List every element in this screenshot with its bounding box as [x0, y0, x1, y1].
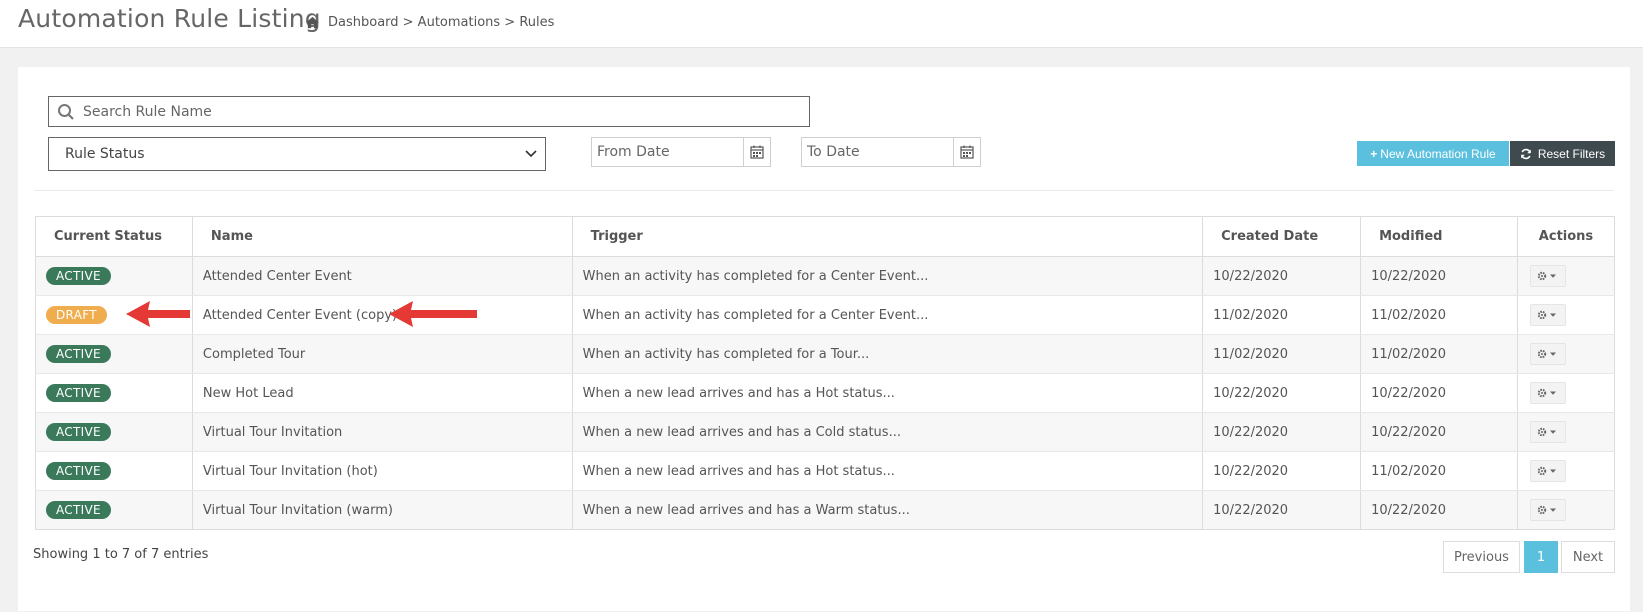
rule-name[interactable]: Attended Center Event (copy)	[191, 295, 573, 335]
created-date: 10/22/2020	[1202, 490, 1362, 530]
status-badge: ACTIVE	[46, 384, 111, 402]
annotation-arrow	[126, 301, 190, 327]
page-1-button[interactable]: 1	[1524, 541, 1558, 573]
status-badge: DRAFT	[46, 306, 107, 324]
search-input[interactable]	[83, 103, 783, 120]
breadcrumb: Dashboard > Automations > Rules	[305, 15, 554, 30]
reset-filters-button[interactable]: Reset Filters	[1510, 141, 1615, 166]
table-row[interactable]: DRAFT Attended Center Event (copy) When …	[35, 295, 1616, 335]
created-date: 10/22/2020	[1202, 256, 1362, 296]
entries-info: Showing 1 to 7 of 7 entries	[33, 547, 209, 562]
gear-icon	[1537, 427, 1556, 437]
table-row[interactable]: ACTIVE Virtual Tour Invitation (hot) Whe…	[35, 451, 1616, 491]
search-box[interactable]	[48, 96, 810, 127]
table-row[interactable]: ACTIVE Virtual Tour Invitation (warm) Wh…	[35, 490, 1616, 530]
to-date-field[interactable]: To Date	[801, 137, 981, 167]
rule-trigger: When a new lead arrives and has a Hot st…	[571, 451, 1204, 491]
rule-trigger: When a new lead arrives and has a Cold s…	[571, 412, 1204, 452]
created-date: 11/02/2020	[1202, 295, 1362, 335]
from-date-field[interactable]: From Date	[591, 137, 771, 167]
actions-dropdown-button[interactable]	[1529, 499, 1566, 521]
column-header-status[interactable]: Current Status	[35, 216, 193, 257]
table-row[interactable]: ACTIVE Completed Tour When an activity h…	[35, 334, 1616, 374]
actions-dropdown-button[interactable]	[1529, 265, 1566, 287]
plus-icon: +	[1370, 146, 1378, 161]
previous-page-button[interactable]: Previous	[1443, 541, 1520, 573]
actions-dropdown-button[interactable]	[1529, 304, 1566, 326]
reset-filters-label: Reset Filters	[1537, 146, 1606, 161]
rule-status-select[interactable]: Rule Status	[48, 137, 546, 171]
modified-date: 11/02/2020	[1360, 451, 1518, 491]
divider	[34, 190, 1614, 191]
home-icon[interactable]	[305, 16, 320, 29]
rule-name[interactable]: Completed Tour	[191, 334, 573, 374]
actions-dropdown-button[interactable]	[1529, 382, 1566, 404]
table-row[interactable]: ACTIVE Attended Center Event When an act…	[35, 256, 1616, 296]
rule-name[interactable]: Virtual Tour Invitation (hot)	[191, 451, 573, 491]
created-date: 10/22/2020	[1202, 412, 1362, 452]
created-date: 10/22/2020	[1202, 451, 1362, 491]
table-row[interactable]: ACTIVE Virtual Tour Invitation When a ne…	[35, 412, 1616, 452]
gear-icon	[1537, 466, 1556, 476]
chevron-down-icon	[525, 150, 537, 158]
modified-date: 10/22/2020	[1360, 256, 1518, 296]
status-badge: ACTIVE	[46, 267, 111, 285]
annotation-arrow	[389, 301, 477, 327]
search-icon	[58, 103, 74, 120]
rule-trigger: When a new lead arrives and has a Hot st…	[571, 373, 1204, 413]
refresh-icon	[1521, 148, 1531, 159]
modified-date: 11/02/2020	[1360, 295, 1518, 335]
status-badge: ACTIVE	[46, 345, 111, 363]
gear-icon	[1537, 271, 1556, 281]
top-bar: Automation Rule Listing Dashboard > Auto…	[0, 0, 1643, 48]
rule-trigger: When a new lead arrives and has a Warm s…	[571, 490, 1204, 530]
gear-icon	[1537, 505, 1556, 515]
actions-dropdown-button[interactable]	[1529, 460, 1566, 482]
actions-dropdown-button[interactable]	[1529, 343, 1566, 365]
gear-icon	[1537, 388, 1556, 398]
modified-date: 11/02/2020	[1360, 334, 1518, 374]
gear-icon	[1537, 349, 1556, 359]
rule-trigger: When an activity has completed for a Cen…	[571, 256, 1204, 296]
modified-date: 10/22/2020	[1360, 373, 1518, 413]
column-header-name[interactable]: Name	[191, 216, 573, 257]
actions-dropdown-button[interactable]	[1529, 421, 1566, 443]
column-header-modified[interactable]: Modified	[1360, 216, 1518, 257]
table-header-row: Current Status Name Trigger Created Date…	[35, 216, 1616, 257]
status-badge: ACTIVE	[46, 462, 111, 480]
to-date-input[interactable]: To Date	[802, 138, 953, 166]
page-title: Automation Rule Listing	[18, 4, 321, 33]
rule-trigger: When an activity has completed for a Tou…	[571, 334, 1204, 374]
new-automation-rule-label: New Automation Rule	[1380, 146, 1496, 161]
rule-name[interactable]: Virtual Tour Invitation	[191, 412, 573, 452]
new-automation-rule-button[interactable]: + New Automation Rule	[1357, 141, 1509, 166]
status-badge: ACTIVE	[46, 501, 111, 519]
table-row[interactable]: ACTIVE New Hot Lead When a new lead arri…	[35, 373, 1616, 413]
status-badge: ACTIVE	[46, 423, 111, 441]
rule-status-value: Rule Status	[65, 146, 145, 162]
rule-name[interactable]: New Hot Lead	[191, 373, 573, 413]
rule-trigger: When an activity has completed for a Cen…	[571, 295, 1204, 335]
from-date-input[interactable]: From Date	[592, 138, 743, 166]
next-page-button[interactable]: Next	[1561, 541, 1615, 573]
calendar-icon[interactable]	[743, 138, 770, 166]
modified-date: 10/22/2020	[1360, 490, 1518, 530]
gear-icon	[1537, 310, 1556, 320]
modified-date: 10/22/2020	[1360, 412, 1518, 452]
column-header-actions: Actions	[1516, 216, 1616, 257]
rule-name[interactable]: Attended Center Event	[191, 256, 573, 296]
breadcrumb-text[interactable]: Dashboard > Automations > Rules	[328, 15, 554, 30]
created-date: 11/02/2020	[1202, 334, 1362, 374]
column-header-trigger[interactable]: Trigger	[571, 216, 1204, 257]
calendar-icon[interactable]	[953, 138, 980, 166]
rules-table: Current Status Name Trigger Created Date…	[35, 216, 1616, 530]
rule-name[interactable]: Virtual Tour Invitation (warm)	[191, 490, 573, 530]
created-date: 10/22/2020	[1202, 373, 1362, 413]
column-header-created[interactable]: Created Date	[1202, 216, 1362, 257]
